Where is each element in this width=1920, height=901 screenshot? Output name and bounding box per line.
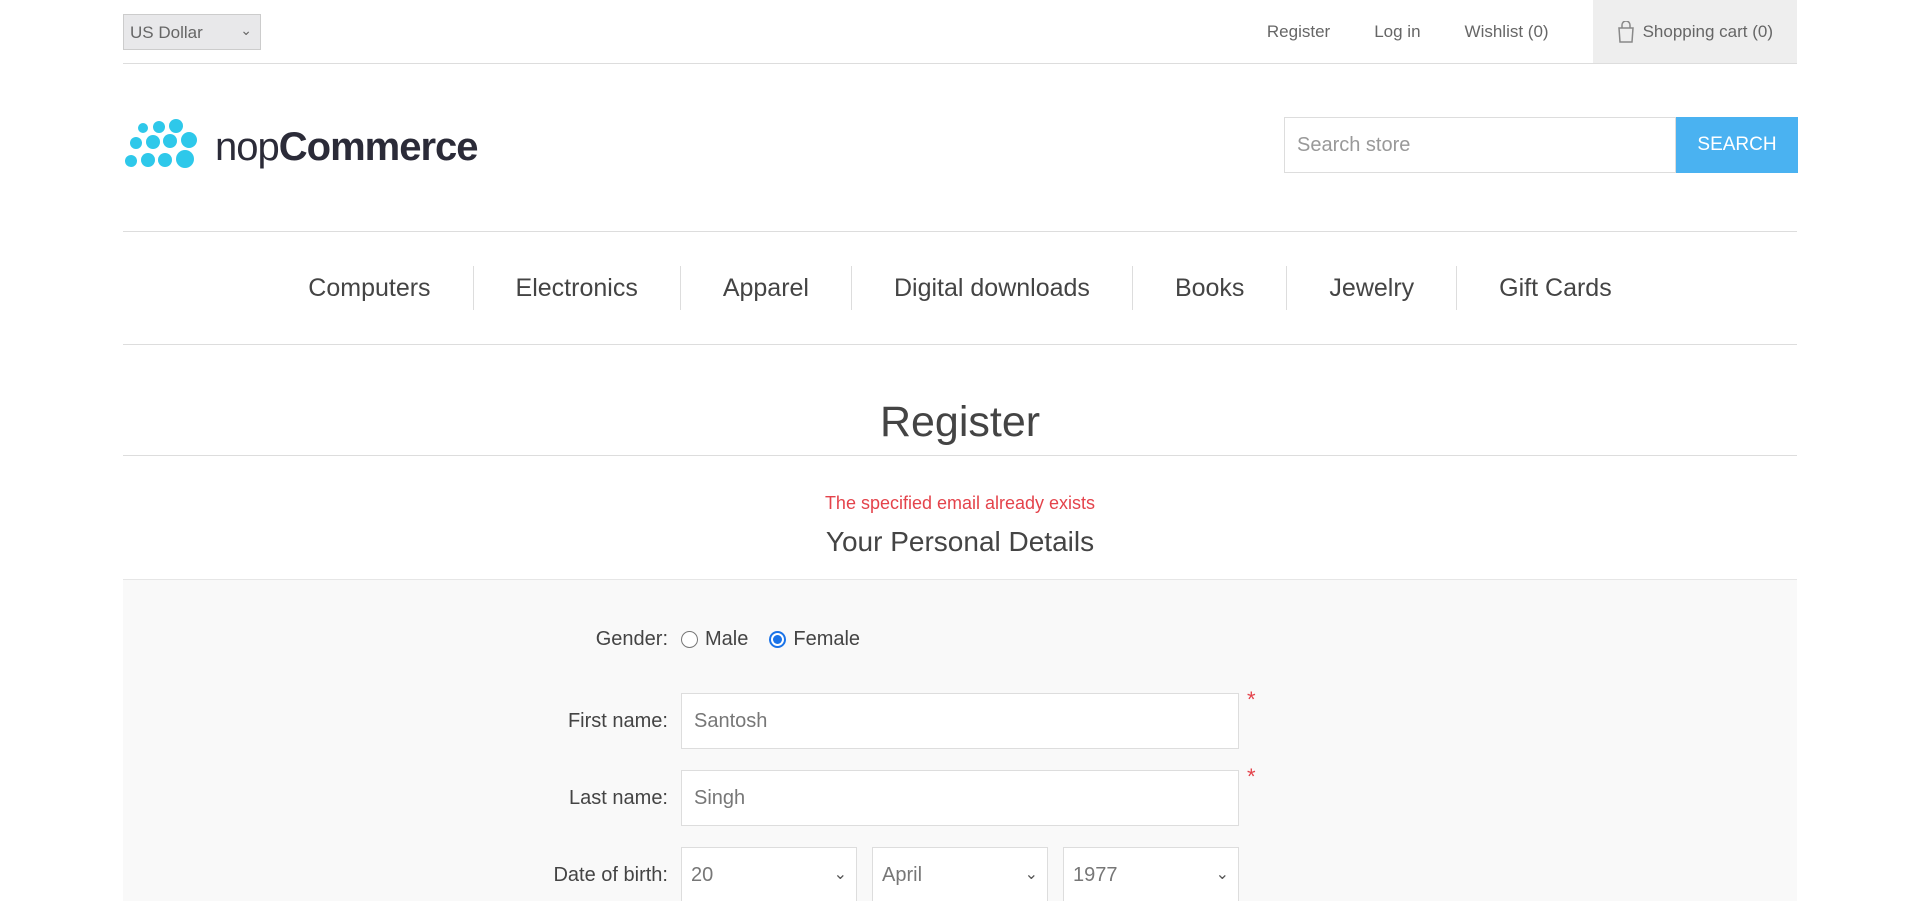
birth-year-value: 1977	[1073, 864, 1118, 886]
last-name-label: Last name:	[569, 786, 668, 809]
section-title: Your Personal Details	[123, 526, 1797, 580]
gender-female-radio[interactable]	[769, 630, 787, 648]
logo-dots-icon	[125, 118, 197, 168]
date-of-birth-label: Date of birth:	[553, 863, 668, 886]
validation-error: The specified email already exists	[824, 493, 1096, 513]
wishlist-link[interactable]: Wishlist (0)	[1465, 22, 1549, 42]
required-marker: *	[1247, 764, 1256, 789]
shopping-bag-icon	[1617, 20, 1634, 43]
birth-month-select[interactable]: April ⌄	[872, 847, 1048, 901]
birth-year-select[interactable]: 1977 ⌄	[1063, 847, 1239, 901]
chevron-down-icon: ⌄	[833, 866, 847, 883]
gender-female-label[interactable]: Female	[793, 628, 860, 651]
header-top-bar: US Dollar ⌄ Register Log in Wishlist (0)…	[123, 0, 1797, 64]
search-box: SEARCH	[1284, 117, 1798, 173]
date-of-birth-row: Date of birth: 20 ⌄ April ⌄ 1977 ⌄	[123, 847, 1797, 901]
first-name-input[interactable]	[681, 693, 1239, 749]
logo-text-light: nop	[215, 125, 280, 169]
menu-item-apparel[interactable]: Apparel	[679, 266, 851, 310]
menu-item-jewelry[interactable]: Jewelry	[1286, 266, 1456, 310]
birth-day-value: 20	[691, 864, 714, 886]
menu-item-books[interactable]: Books	[1131, 266, 1286, 310]
search-input[interactable]	[1284, 117, 1676, 173]
logo-text-bold: Commerce	[278, 125, 479, 169]
page-title: Register	[123, 398, 1797, 456]
currency-select[interactable]: US Dollar ⌄	[123, 14, 261, 50]
chevron-down-icon: ⌄	[1024, 866, 1038, 883]
shopping-cart-label: Shopping cart (0)	[1642, 21, 1773, 41]
search-button[interactable]: SEARCH	[1676, 117, 1798, 173]
birth-day-select[interactable]: 20 ⌄	[681, 847, 857, 901]
gender-options: Male Female	[681, 628, 881, 651]
first-name-label: First name:	[567, 709, 668, 732]
chevron-down-icon: ⌄	[240, 22, 252, 38]
currency-value: US Dollar	[130, 23, 203, 42]
shopping-cart-link[interactable]: Shopping cart (0)	[1592, 0, 1797, 63]
gender-row: Gender: Male Female	[123, 624, 1797, 654]
menu-item-computers[interactable]: Computers	[266, 266, 472, 310]
gender-male-label[interactable]: Male	[705, 628, 748, 651]
logo-wordmark: nopCommerce	[215, 125, 479, 170]
last-name-row: Last name: *	[123, 764, 1797, 826]
menu-item-gift-cards[interactable]: Gift Cards	[1456, 266, 1654, 310]
gender-male-radio[interactable]	[681, 630, 698, 648]
birth-month-value: April	[882, 864, 923, 886]
main-menu: Computers Electronics Apparel Digital do…	[123, 231, 1797, 345]
menu-item-electronics[interactable]: Electronics	[472, 266, 680, 310]
menu-item-digital-downloads[interactable]: Digital downloads	[850, 266, 1132, 310]
personal-details-form: Gender: Male Female First name: * Last n…	[123, 580, 1797, 901]
gender-label: Gender:	[595, 627, 668, 650]
required-marker: *	[1247, 687, 1256, 712]
login-link[interactable]: Log in	[1374, 22, 1420, 42]
register-link[interactable]: Register	[1267, 22, 1330, 42]
last-name-input[interactable]	[681, 770, 1239, 826]
header-links: Register Log in Wishlist (0) Shopping ca…	[1267, 0, 1797, 63]
store-logo[interactable]: nopCommerce	[123, 115, 479, 180]
chevron-down-icon: ⌄	[1215, 866, 1229, 883]
first-name-row: First name: *	[123, 687, 1797, 749]
